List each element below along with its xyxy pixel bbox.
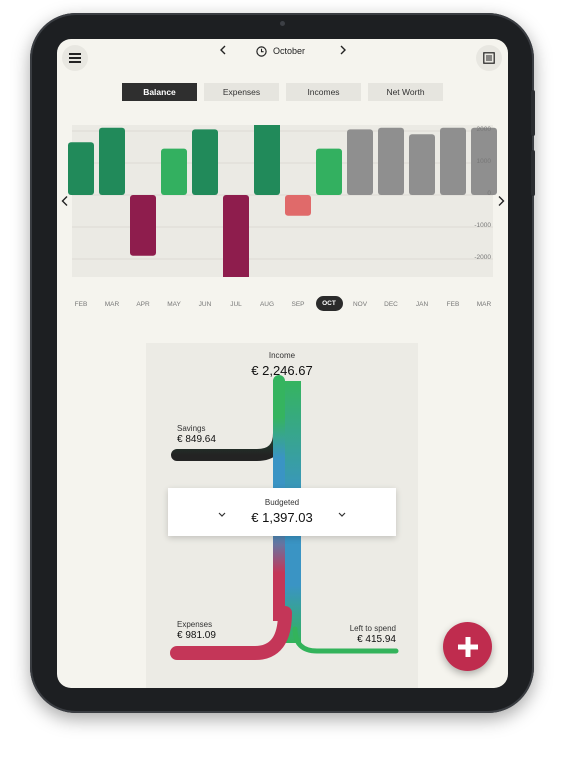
y-tick-label: -1000 — [474, 222, 491, 229]
month-label-apr[interactable]: APR — [131, 301, 155, 308]
month-label-sep[interactable]: SEP — [286, 301, 310, 308]
month-label-jan[interactable]: JAN — [410, 301, 434, 308]
hamburger-menu-icon[interactable] — [62, 45, 88, 71]
chevron-left-icon — [61, 196, 68, 206]
tab-expenses[interactable]: Expenses — [204, 83, 279, 101]
camera-icon — [280, 21, 285, 26]
left-to-spend-value: € 415.94 — [357, 634, 396, 645]
bar-jul-5[interactable] — [223, 195, 249, 277]
bar-sep-7[interactable] — [285, 195, 311, 216]
chart-scroll-left-button[interactable] — [58, 194, 72, 208]
income-label: Income — [268, 351, 296, 360]
document-list-icon[interactable] — [476, 45, 502, 71]
savings-value: € 849.64 — [177, 434, 216, 445]
next-month-button[interactable] — [336, 43, 350, 57]
month-label-oct[interactable]: OCT — [315, 296, 343, 311]
budgeted-card[interactable]: Budgeted € 1,397.03 — [168, 488, 396, 536]
budget-increase-button[interactable] — [337, 506, 347, 524]
month-label-dec[interactable]: DEC — [379, 301, 403, 308]
tab-balance[interactable]: Balance — [122, 83, 197, 101]
tab-net-worth[interactable]: Net Worth — [368, 83, 443, 101]
month-label-aug[interactable]: AUG — [255, 301, 279, 308]
expenses-label: Expenses — [177, 620, 213, 629]
month-label-jun[interactable]: JUN — [193, 301, 217, 308]
balance-chart: 2000 1000 0 -1000 -2000 — [57, 125, 508, 277]
bar-feb-0[interactable] — [68, 142, 94, 195]
bar-jan-11[interactable] — [409, 134, 435, 195]
bar-dec-10[interactable] — [378, 127, 404, 195]
chevron-left-icon — [220, 45, 226, 55]
month-label-mar-next[interactable]: MAR — [472, 301, 496, 308]
y-tick-label: -2000 — [474, 254, 491, 261]
month-label-may[interactable]: MAY — [162, 301, 186, 308]
bar-aug-6[interactable] — [254, 125, 280, 195]
bar-may-3[interactable] — [161, 148, 187, 195]
budgeted-value: € 1,397.03 — [251, 510, 313, 525]
y-tick-label: 1000 — [476, 158, 491, 165]
clock-icon — [256, 45, 267, 57]
app-screen: October Balance Expenses Incomes Net Wor… — [57, 39, 508, 688]
chart-scroll-right-button[interactable] — [494, 194, 508, 208]
plus-icon — [457, 636, 478, 657]
bar-mar-1[interactable] — [99, 127, 125, 195]
y-tick-label: 2000 — [476, 126, 491, 133]
savings-label: Savings — [177, 424, 206, 433]
month-label-feb[interactable]: FEB — [69, 301, 93, 308]
prev-month-button[interactable] — [216, 43, 230, 57]
tab-incomes[interactable]: Incomes — [286, 83, 361, 101]
bar-apr-2[interactable] — [130, 195, 156, 256]
current-month: October — [273, 46, 306, 56]
expenses-value: € 981.09 — [177, 630, 216, 641]
chevron-down-icon — [338, 512, 346, 517]
budget-decrease-button[interactable] — [217, 506, 227, 524]
bar-nov-9[interactable] — [347, 129, 373, 195]
month-label-feb-next[interactable]: FEB — [441, 301, 465, 308]
chevron-right-icon — [340, 45, 346, 55]
add-transaction-button[interactable] — [443, 622, 492, 671]
balance-chart-svg — [68, 125, 497, 277]
bar-jun-4[interactable] — [192, 129, 218, 195]
bar-oct-8[interactable] — [316, 148, 342, 195]
month-label-nov[interactable]: NOV — [348, 301, 372, 308]
left-to-spend-label: Left to spend — [349, 624, 396, 633]
budgeted-label: Budgeted — [264, 498, 300, 507]
income-value: € 2,246.67 — [251, 363, 313, 378]
y-tick-label: 0 — [487, 190, 491, 197]
chevron-right-icon — [498, 196, 505, 206]
chevron-down-icon — [218, 512, 226, 517]
month-selector[interactable]: October — [256, 44, 346, 58]
month-label-jul[interactable]: JUL — [224, 301, 248, 308]
side-button — [531, 90, 535, 136]
bar-feb-12[interactable] — [440, 127, 466, 195]
month-label-mar[interactable]: MAR — [100, 301, 124, 308]
side-button — [531, 150, 535, 196]
